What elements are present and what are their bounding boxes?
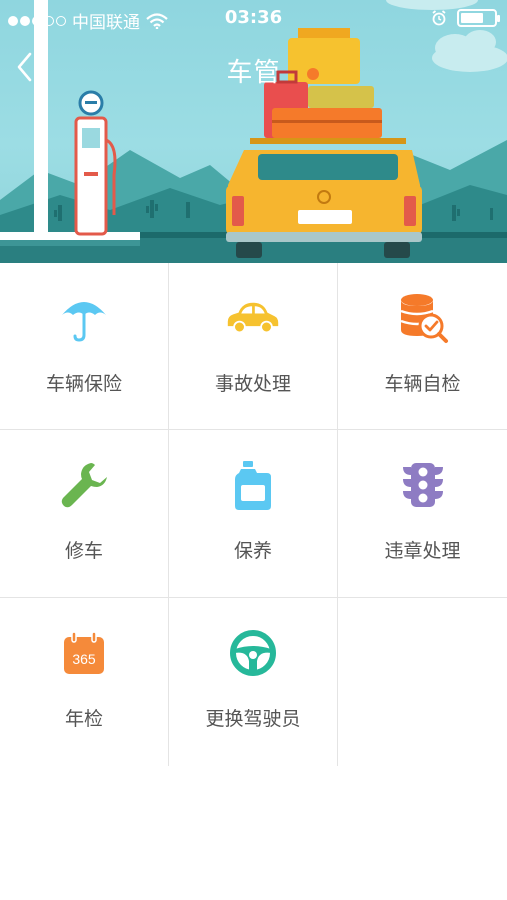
menu-item-car-repair[interactable]: 修车	[0, 430, 169, 598]
menu-item-label: 保养	[233, 540, 272, 562]
battery-icon	[457, 9, 500, 27]
menu-item-label: 违章处理	[384, 540, 461, 562]
traffic-light-icon	[396, 458, 450, 512]
empty-grid-cell	[338, 598, 507, 766]
umbrella-icon	[57, 291, 111, 345]
status-bar: 中国联通 03:36	[0, 0, 507, 36]
battery-level	[461, 13, 483, 23]
wrench-icon	[57, 458, 111, 512]
alarm-clock-icon	[432, 10, 446, 26]
menu-item-accident-handling[interactable]: 事故处理	[169, 263, 338, 430]
database-check-icon	[396, 291, 450, 345]
menu-item-label: 年检	[64, 708, 103, 730]
menu-item-maintenance[interactable]: 保养	[169, 430, 338, 598]
service-menu-grid: 车辆保险 事故处理 车辆自检 修车 保养 违章处理 365 年检 更换驾驶员	[0, 263, 507, 766]
page-title: 车管	[226, 58, 281, 88]
banner-illustration	[0, 0, 507, 263]
menu-item-label: 车辆保险	[45, 373, 122, 395]
menu-item-label: 修车	[64, 540, 103, 562]
menu-item-violation-handling[interactable]: 违章处理	[338, 430, 507, 598]
menu-item-label: 车辆自检	[384, 373, 461, 395]
menu-item-label: 事故处理	[214, 373, 291, 395]
header-banner: 中国联通 03:36 车管	[0, 0, 507, 263]
menu-item-change-driver[interactable]: 更换驾驶员	[169, 598, 338, 766]
menu-item-vehicle-self-check[interactable]: 车辆自检	[338, 263, 507, 430]
steering-wheel-icon	[226, 626, 280, 680]
calendar-badge: 365	[72, 651, 96, 667]
status-indicators	[431, 9, 500, 27]
menu-item-vehicle-insurance[interactable]: 车辆保险	[0, 263, 169, 430]
menu-item-label: 更换驾驶员	[205, 708, 301, 730]
oil-bottle-icon	[226, 458, 280, 512]
car-icon	[226, 291, 280, 345]
calendar-icon: 365	[57, 626, 111, 680]
menu-item-annual-inspection[interactable]: 365 年检	[0, 598, 169, 766]
